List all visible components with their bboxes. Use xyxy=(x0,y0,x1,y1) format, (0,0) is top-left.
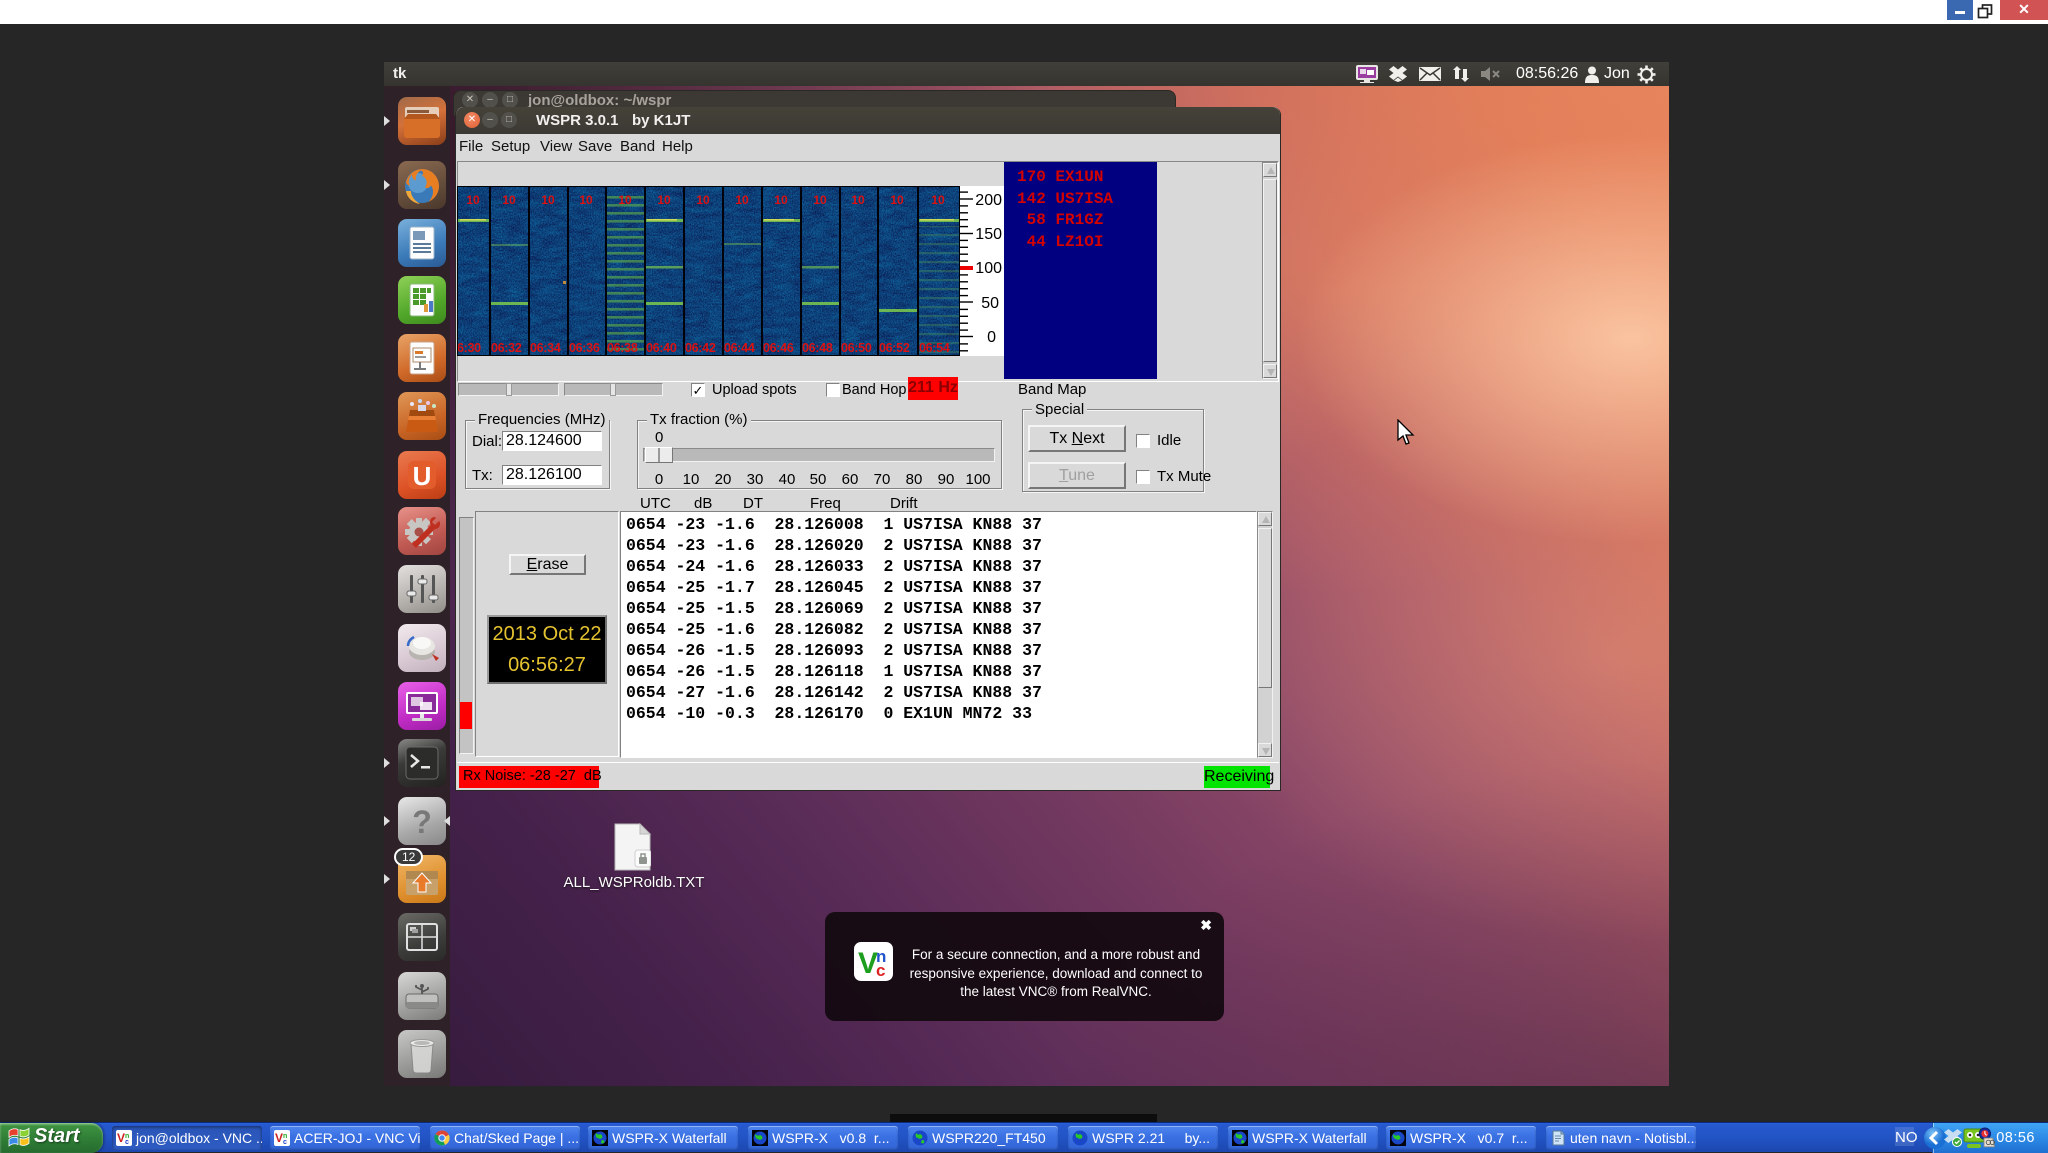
svg-text:?: ? xyxy=(412,804,432,840)
svg-text:V: V xyxy=(275,1131,283,1145)
svg-text:50: 50 xyxy=(981,295,999,312)
svg-text:06:48: 06:48 xyxy=(802,341,833,355)
svg-text:10: 10 xyxy=(696,193,710,207)
svg-text:6:30: 6:30 xyxy=(457,341,481,355)
svg-text:06:42: 06:42 xyxy=(685,341,716,355)
svg-text:10: 10 xyxy=(541,193,555,207)
svg-text:10: 10 xyxy=(890,193,904,207)
svg-text:06:34: 06:34 xyxy=(530,341,561,355)
svg-text:06:32: 06:32 xyxy=(491,341,522,355)
svg-text:U: U xyxy=(413,461,432,491)
svg-text:10: 10 xyxy=(735,193,749,207)
svg-text:06:46: 06:46 xyxy=(763,341,794,355)
svg-text:c: c xyxy=(283,1139,287,1146)
svg-text:V: V xyxy=(117,1131,125,1145)
svg-text:06:52: 06:52 xyxy=(879,341,910,355)
svg-text:10: 10 xyxy=(618,193,632,207)
svg-text:10: 10 xyxy=(579,193,593,207)
svg-text:10: 10 xyxy=(931,193,945,207)
svg-text:10: 10 xyxy=(813,193,827,207)
svg-text:200: 200 xyxy=(975,192,1002,209)
svg-text:0: 0 xyxy=(987,329,996,346)
svg-text:10: 10 xyxy=(851,193,865,207)
svg-text:150: 150 xyxy=(975,226,1002,243)
svg-text:V: V xyxy=(858,947,878,980)
svg-text:c: c xyxy=(125,1139,129,1146)
svg-text:10: 10 xyxy=(502,193,516,207)
svg-text:06:50: 06:50 xyxy=(841,341,872,355)
svg-text:06:36: 06:36 xyxy=(569,341,600,355)
svg-text:c: c xyxy=(876,961,885,980)
svg-text:06:54: 06:54 xyxy=(919,341,950,355)
svg-text:10: 10 xyxy=(466,193,480,207)
svg-text:10: 10 xyxy=(657,193,671,207)
svg-text:06:38: 06:38 xyxy=(607,341,638,355)
svg-text:10: 10 xyxy=(774,193,788,207)
svg-text:06:44: 06:44 xyxy=(724,341,755,355)
svg-text:100: 100 xyxy=(975,260,1002,277)
svg-text:06:40: 06:40 xyxy=(646,341,677,355)
